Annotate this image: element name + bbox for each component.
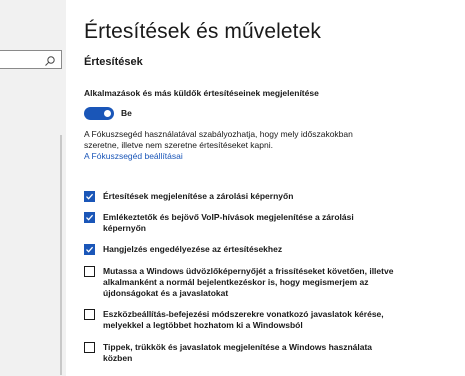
option-label: Emlékeztetők és bejövő VoIP-hívások megj…: [103, 212, 354, 233]
checkbox-unchecked-icon[interactable]: [84, 266, 95, 277]
option-label: Mutassa a Windows üdvözlőképernyőjét a f…: [103, 266, 394, 298]
toggle-state-label: Be: [121, 108, 132, 118]
page-title: Értesítések és műveletek: [84, 20, 321, 43]
focus-assist-settings-link[interactable]: A Fókuszsegéd beállításai: [84, 151, 183, 161]
option-label: Eszközbeállítás-befejezési módszerekre v…: [103, 309, 384, 330]
focus-assist-description: A Fókuszsegéd használatával szabályozhat…: [84, 129, 353, 150]
checkbox-checked-icon[interactable]: [84, 212, 95, 223]
checkbox-unchecked-icon[interactable]: [84, 309, 95, 320]
section-title: Értesítések: [84, 56, 143, 68]
search-input[interactable]: [0, 50, 62, 69]
toggle-knob: [104, 110, 111, 117]
option-label: Értesítések megjelenítése a zárolási kép…: [103, 191, 294, 201]
checkbox-unchecked-icon[interactable]: [84, 342, 95, 353]
checkbox-checked-icon[interactable]: [84, 191, 95, 202]
notifications-toggle[interactable]: [84, 107, 114, 120]
sidebar-scrollbar[interactable]: [60, 135, 62, 375]
option-label: Tippek, trükkök és javaslatok megjelenít…: [103, 342, 373, 363]
notifications-toggle-label: Alkalmazások és más küldők értesítéseine…: [84, 88, 319, 98]
checkbox-checked-icon[interactable]: [84, 244, 95, 255]
option-label: Hangjelzés engedélyezése az értesítésekh…: [103, 244, 283, 254]
sidebar: [0, 0, 66, 376]
search-icon: [44, 54, 56, 66]
